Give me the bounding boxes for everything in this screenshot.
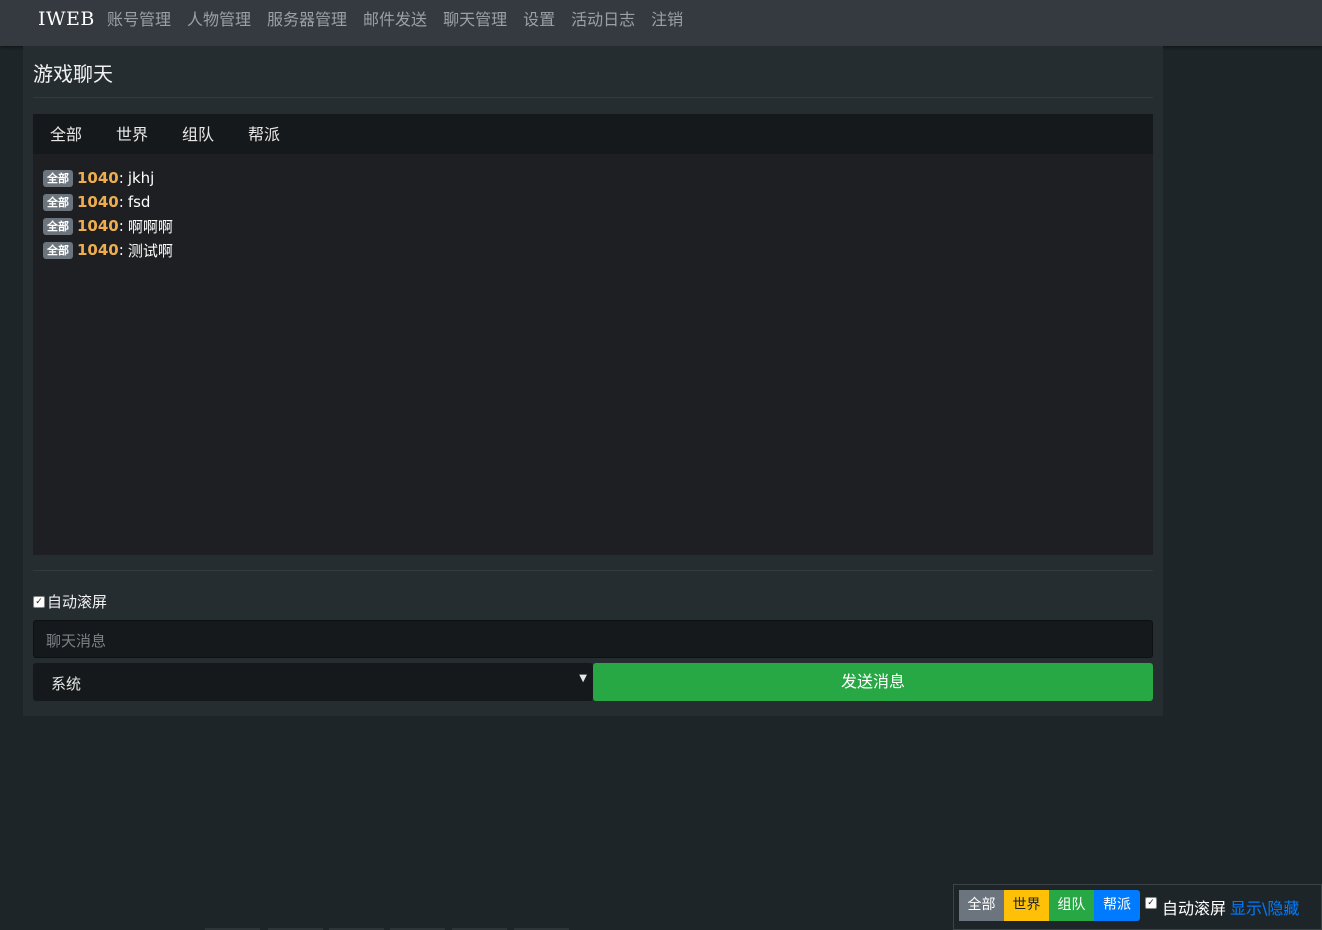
nav-menu: 账号管理 人物管理 服务器管理 邮件发送 聊天管理 设置 活动日志 注销 — [99, 9, 691, 31]
autoscroll-checkbox[interactable]: ✓ — [33, 595, 45, 608]
chat-message: 全部 1040 : 测试啊 — [43, 239, 173, 261]
autoscroll-toggle[interactable]: ✓ 自动滚屏 — [33, 591, 107, 612]
chat-input-placeholder: 聊天消息 — [46, 632, 107, 650]
filter-chip-all[interactable]: 全部 — [959, 890, 1004, 921]
filter-chip-world[interactable]: 世界 — [1004, 890, 1049, 921]
chat-message: 全部 1040 : fsd — [43, 191, 150, 213]
nav-item-characters[interactable]: 人物管理 — [179, 9, 259, 31]
brand-logo[interactable]: IWEB — [38, 8, 95, 30]
tab-guild[interactable]: 帮派 — [231, 114, 297, 154]
bottom-autoscroll-label: 自动滚屏 — [1162, 899, 1227, 918]
show-hide-toggle-link[interactable]: 显示\隐藏 — [1230, 895, 1299, 919]
tab-team[interactable]: 组队 — [165, 114, 231, 154]
message-separator: : — [118, 193, 124, 211]
message-text: fsd — [127, 193, 151, 211]
nav-item-logout[interactable]: 注销 — [643, 9, 691, 31]
send-message-button[interactable]: 发送消息 — [593, 663, 1153, 701]
message-sender: 1040 — [77, 241, 119, 259]
autoscroll-label: 自动滚屏 — [47, 593, 108, 611]
filter-chip-team[interactable]: 组队 — [1049, 890, 1094, 921]
chat-message: 全部 1040 : 啊啊啊 — [43, 215, 173, 237]
chat-card: 游戏聊天 全部 世界 组队 帮派 全部 1040 : jkhj 全部 1040 … — [23, 46, 1163, 716]
chat-log[interactable]: 全部 1040 : jkhj 全部 1040 : fsd 全部 1040 : 啊… — [33, 154, 1153, 555]
channel-badge: 全部 — [43, 241, 73, 259]
tab-all[interactable]: 全部 — [33, 114, 99, 154]
channel-badge: 全部 — [43, 169, 73, 187]
nav-item-mail[interactable]: 邮件发送 — [355, 9, 435, 31]
message-text: jkhj — [127, 169, 155, 187]
page-title: 游戏聊天 — [33, 62, 113, 86]
chat-message: 全部 1040 : jkhj — [43, 167, 154, 189]
channel-select[interactable]: 系统 ▼ — [33, 663, 593, 701]
message-sender: 1040 — [77, 193, 119, 211]
filter-chip-guild[interactable]: 帮派 — [1094, 890, 1140, 921]
nav-item-accounts[interactable]: 账号管理 — [99, 9, 179, 31]
top-navbar: IWEB 账号管理 人物管理 服务器管理 邮件发送 聊天管理 设置 活动日志 注… — [0, 0, 1322, 46]
message-text: 测试啊 — [127, 241, 173, 260]
message-sender: 1040 — [77, 217, 119, 235]
channel-badge: 全部 — [43, 193, 73, 211]
footer-divider — [33, 570, 1153, 571]
bottom-autoscroll-checkbox[interactable]: ✓ — [1145, 897, 1157, 909]
message-text: 啊啊啊 — [127, 217, 173, 236]
message-separator: : — [118, 217, 124, 235]
message-separator: : — [118, 169, 124, 187]
chat-message-input[interactable]: 聊天消息 — [33, 620, 1153, 658]
channel-select-value: 系统 — [51, 675, 82, 693]
chevron-down-icon: ▼ — [579, 673, 587, 684]
nav-item-activity-log[interactable]: 活动日志 — [563, 9, 643, 31]
message-sender: 1040 — [77, 169, 119, 187]
floating-chat-controls: 全部 世界 组队 帮派 ✓ 自动滚屏 显示\隐藏 — [953, 884, 1322, 930]
nav-item-servers[interactable]: 服务器管理 — [259, 9, 355, 31]
nav-item-settings[interactable]: 设置 — [515, 9, 563, 31]
title-divider — [33, 97, 1153, 98]
channel-badge: 全部 — [43, 217, 73, 235]
nav-item-chat[interactable]: 聊天管理 — [435, 9, 515, 31]
channel-tabs: 全部 世界 组队 帮派 — [33, 114, 1153, 154]
tab-world[interactable]: 世界 — [99, 114, 165, 154]
message-separator: : — [118, 241, 124, 259]
